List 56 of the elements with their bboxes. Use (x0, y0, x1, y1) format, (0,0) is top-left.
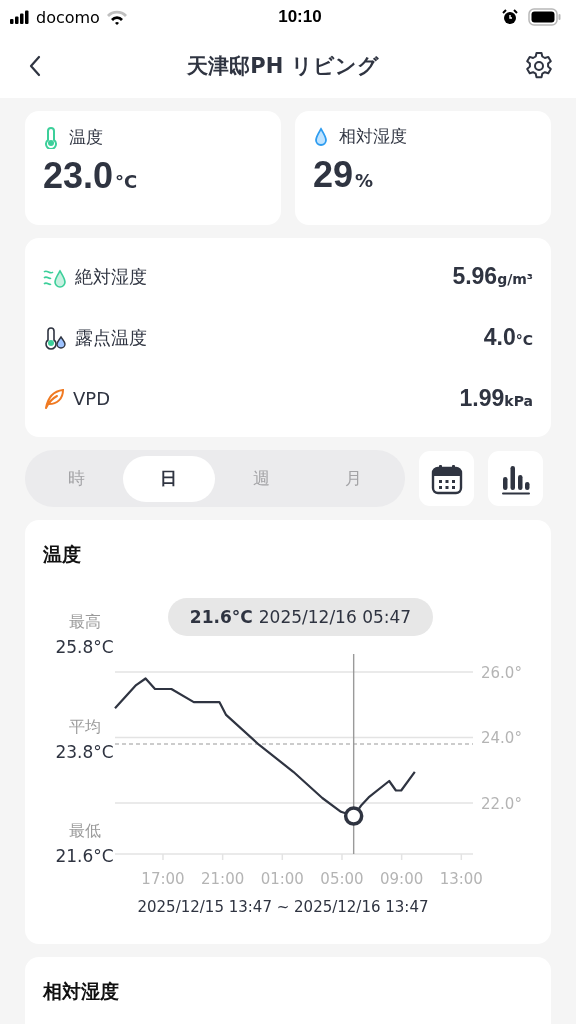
period-tab[interactable]: 週 (215, 455, 308, 502)
selected-point (343, 806, 364, 826)
calendar-button[interactable] (419, 451, 474, 506)
alarm-icon (502, 9, 518, 25)
stat-label: 最高 (68, 612, 101, 633)
x-tick-label: 05:00 (320, 870, 364, 888)
metric-value: 4.0 (483, 324, 516, 351)
wifi-icon (105, 9, 128, 25)
stat-value: 23.8°C (55, 741, 114, 762)
calendar-icon (430, 462, 463, 495)
leaf-icon (43, 386, 65, 411)
metric-label: 絶対湿度 (75, 264, 147, 289)
battery-icon (528, 8, 562, 26)
metric-value: 1.99 (459, 385, 505, 412)
back-icon[interactable] (28, 55, 42, 77)
chart-button[interactable] (488, 451, 543, 506)
y-tick-label: 24.0° (481, 729, 522, 748)
metric-label: VPD (73, 388, 111, 409)
metric-unit: °C (115, 171, 138, 192)
tooltip-value: 21.6°C (189, 607, 253, 627)
page-title: 天津邸PH リビング (187, 53, 379, 80)
x-tick-label: 13:00 (439, 870, 483, 888)
metric-label: 温度 (69, 125, 103, 149)
date-range: 2025/12/15 13:47 ~ 2025/12/16 13:47 (136, 898, 430, 916)
x-tick-label: 21:00 (201, 870, 245, 888)
card-title: 温度 (43, 542, 82, 567)
status-time: 10:10 (278, 7, 322, 27)
metric-unit: °C (515, 332, 533, 348)
card-title: 相対湿度 (43, 979, 120, 1004)
carrier-name: docomo (36, 7, 100, 27)
metric-unit: kPa (504, 393, 533, 409)
y-tick-label: 26.0° (481, 664, 522, 682)
stat-value: 21.6°C (55, 846, 114, 866)
thermometer-icon (43, 125, 59, 149)
period-tab[interactable]: 日 (122, 455, 215, 502)
x-tick-label: 09:00 (380, 870, 424, 888)
stat-label: 平均 (68, 716, 101, 738)
signal-icon (10, 10, 30, 24)
thermometer-drop-icon (43, 325, 67, 350)
metric-label: 露点温度 (75, 325, 147, 350)
period-tab[interactable]: 月 (307, 455, 400, 502)
y-tick-label: 22.0° (481, 794, 522, 813)
x-tick-label: 01:00 (260, 870, 304, 888)
tooltip-time: 2025/12/16 05:47 (258, 607, 412, 627)
stat-value: 25.8°C (55, 637, 114, 657)
metric-value: 23.0 (43, 155, 114, 197)
period-tab[interactable]: 時 (30, 455, 123, 502)
stat-label: 最低 (68, 821, 101, 842)
metric-unit: % (355, 170, 374, 191)
metric-unit: g/m³ (497, 271, 533, 287)
metric-value: 5.96 (452, 263, 498, 290)
metric-label: 相対湿度 (339, 125, 407, 148)
settings-icon[interactable] (524, 51, 554, 81)
x-tick-label: 17:00 (141, 870, 185, 888)
metric-value: 29 (313, 154, 354, 196)
water-drop-icon (313, 125, 329, 148)
